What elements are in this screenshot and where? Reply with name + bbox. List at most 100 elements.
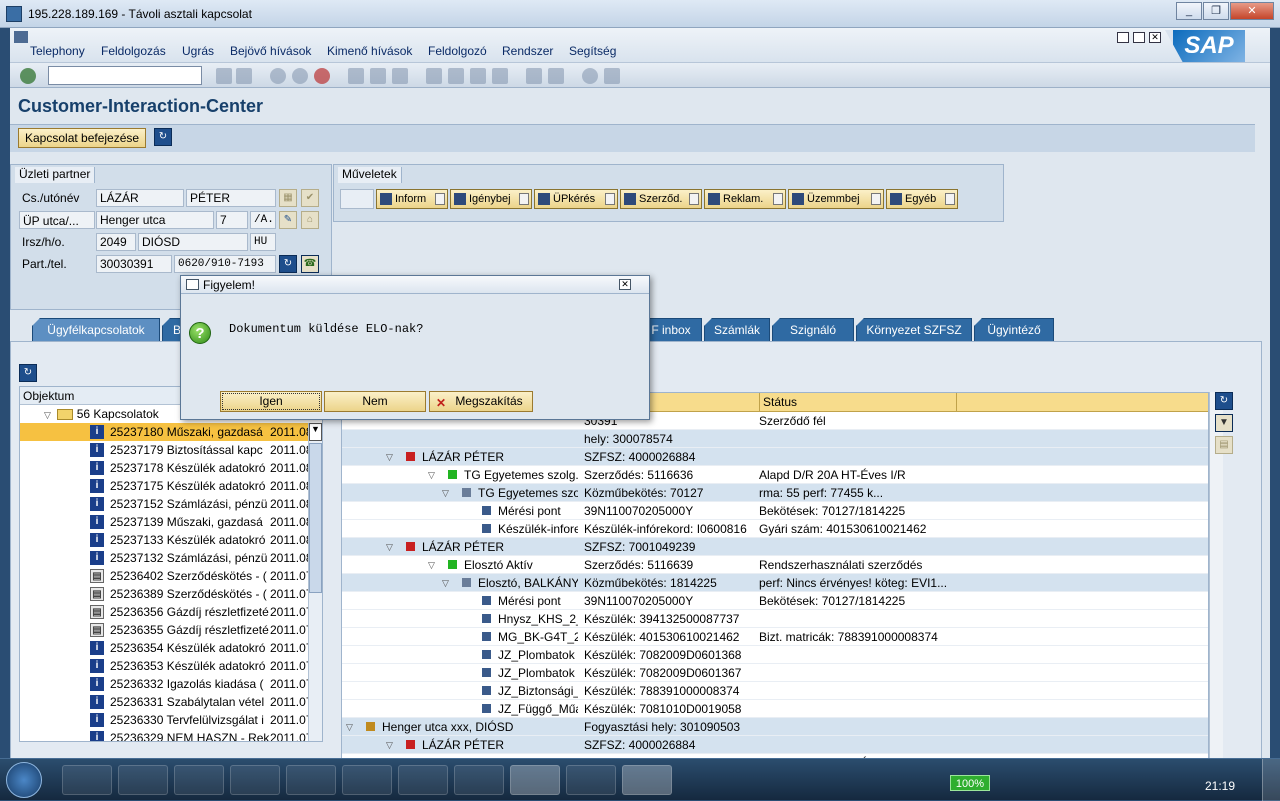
expand-toggle-icon[interactable]: ▽	[442, 574, 451, 588]
object-tree-row[interactable]: ▽ TG Egyetemes szolg., l Közműbekötés: 701…	[342, 484, 1208, 502]
zip-field[interactable]: 2049	[96, 233, 136, 251]
inform-button[interactable]: Inform	[376, 189, 448, 209]
expand-toggle-icon[interactable]	[462, 664, 471, 673]
first-page-icon[interactable]	[426, 68, 442, 84]
first-name-field[interactable]: PÉTER	[186, 189, 276, 207]
taskbar-rdp-icon[interactable]	[622, 765, 672, 795]
menu-feldolgozo[interactable]: Feldolgozó	[428, 44, 487, 58]
object-tree-row[interactable]: MG_BK-G4T_250_ Készülék: 401530610021462 B…	[342, 628, 1208, 646]
contact-row[interactable]: i 25237180 Műszaki, gazdasá 2011.08	[20, 423, 322, 441]
dropdown-icon[interactable]	[605, 193, 615, 205]
object-tree-row[interactable]: JZ_Függő_Műa 2(Készülék: 7081010D0019058	[342, 700, 1208, 718]
tab-ugyfelkapcsolatok[interactable]: Ügyfélkapcsolatok	[32, 318, 160, 342]
last-name-field[interactable]: LÁZÁR	[96, 189, 184, 207]
menu-bejovo-hivasok[interactable]: Bejövő hívások	[230, 44, 311, 58]
menu-telephony[interactable]: Telephony	[30, 44, 85, 58]
dropdown-icon[interactable]	[435, 193, 445, 205]
expand-toggle-icon[interactable]: ▽	[442, 484, 451, 498]
end-contact-button[interactable]: Kapcsolat befejezése	[18, 128, 147, 148]
battery-indicator[interactable]: 100%	[950, 775, 990, 791]
street-field[interactable]: Henger utca	[96, 211, 214, 229]
address-history-icon[interactable]: ⌂	[301, 211, 319, 229]
expand-toggle-icon[interactable]	[462, 502, 471, 511]
exit-icon[interactable]	[292, 68, 308, 84]
refresh-icon[interactable]: ↻	[154, 128, 172, 146]
help-icon[interactable]	[582, 68, 598, 84]
taskbar-chrome-icon[interactable]	[174, 765, 224, 795]
taskbar-onenote-icon[interactable]	[566, 765, 616, 795]
object-tree-row[interactable]: ▽ LÁZÁR PÉTER SZFSZ: 4000026884	[342, 448, 1208, 466]
object-tree-row[interactable]: JZ_Biztonsági_ma Készülék: 78839100000837…	[342, 682, 1208, 700]
detail-icon[interactable]: ▤	[1215, 436, 1233, 454]
expand-toggle-icon[interactable]	[462, 646, 471, 655]
taskbar-app-icon[interactable]	[230, 765, 280, 795]
tab-kornyezet-szfsz[interactable]: Környezet SZFSZ	[856, 318, 972, 342]
contact-row[interactable]: i 25237179 Biztosítással kapc 2011.08	[20, 441, 322, 459]
contact-row[interactable]: i 25236353 Készülék adatokró 2011.07	[20, 657, 322, 675]
clock[interactable]: 21:19	[1205, 779, 1235, 793]
find-next-icon[interactable]	[392, 68, 408, 84]
contact-row[interactable]: i 25236331 Szabálytalan vétel 2011.07	[20, 693, 322, 711]
sap-close-icon[interactable]: ✕	[1149, 32, 1161, 43]
close-button[interactable]: ✕	[1230, 2, 1274, 20]
contact-row[interactable]: ▤ 25236389 Szerződéskötés - (2011.07	[20, 585, 322, 603]
taskbar-ie-icon[interactable]	[398, 765, 448, 795]
uzemmbej-button[interactable]: Üzemmbej	[788, 189, 884, 209]
phone-field[interactable]: 0620/910-7193	[174, 255, 276, 273]
tab-ugyintezo[interactable]: Ügyintéző	[974, 318, 1054, 342]
collapse-icon[interactable]: ▽	[44, 406, 54, 423]
shortcut-icon[interactable]	[548, 68, 564, 84]
expand-toggle-icon[interactable]: ▽	[428, 556, 437, 570]
expand-toggle-icon[interactable]	[462, 700, 471, 709]
contact-row[interactable]: ▤ 25236356 Gázdíj részletfizeté 2011.07	[20, 603, 322, 621]
menu-feldolgozas[interactable]: Feldolgozás	[101, 44, 166, 58]
print-icon[interactable]	[348, 68, 364, 84]
contact-row[interactable]: i 25237178 Készülék adatokró 2011.08	[20, 459, 322, 477]
refresh-tree-icon[interactable]: ↻	[1215, 392, 1233, 410]
tab-szignalo[interactable]: Szignáló	[772, 318, 854, 342]
enter-icon[interactable]	[20, 68, 36, 84]
object-tree-row[interactable]: Mérési pont 39N110070205000Y Bekötések: 70…	[342, 502, 1208, 520]
yes-button[interactable]: Igen	[220, 391, 322, 412]
contact-row[interactable]: i 25237133 Készülék adatokró 2011.08	[20, 531, 322, 549]
expand-toggle-icon[interactable]	[462, 520, 471, 529]
layout-menu-icon[interactable]	[604, 68, 620, 84]
object-tree-row[interactable]: Készülék-inforeko Készülék-infórekord: I0…	[342, 520, 1208, 538]
new-session-icon[interactable]	[526, 68, 542, 84]
call-icon[interactable]: ☎	[301, 255, 319, 273]
restore-button[interactable]: ❐	[1203, 2, 1229, 20]
window-menu-icon[interactable]	[14, 31, 28, 43]
object-tree-row[interactable]: hely: 300078574	[342, 430, 1208, 448]
filter-icon[interactable]: ▼	[1215, 414, 1233, 432]
object-tree-row[interactable]: ▽ Elosztó, BALKÁNY, To Közműbekötés: 18142…	[342, 574, 1208, 592]
dropdown-icon[interactable]	[773, 193, 783, 205]
menu-ugras[interactable]: Ugrás	[182, 44, 214, 58]
expand-toggle-icon[interactable]: ▽	[386, 736, 395, 750]
contact-row[interactable]: i 25237132 Számlázási, pénzü 2011.08	[20, 549, 322, 567]
contact-row[interactable]: i 25236329 NEM HASZN - Rek 2011.07	[20, 729, 322, 741]
igenybej-button[interactable]: Igénybej	[450, 189, 532, 209]
contact-row[interactable]: i 25237175 Készülék adatokró 2011.08	[20, 477, 322, 495]
dialog-close-icon[interactable]: ✕	[619, 279, 631, 290]
back-icon[interactable]	[270, 68, 286, 84]
upkeres-button[interactable]: ÜPkérés	[534, 189, 618, 209]
cancel-button[interactable]: ✕ Megszakítás	[429, 391, 533, 412]
contact-row[interactable]: i 25236354 Készülék adatokró 2011.07	[20, 639, 322, 657]
menu-kimeno-hivasok[interactable]: Kimenő hívások	[327, 44, 412, 58]
command-field[interactable]	[48, 66, 202, 85]
scroll-thumb[interactable]	[309, 443, 322, 593]
contact-row[interactable]: i 25236332 Igazolás kiadása (2011.07	[20, 675, 322, 693]
cancel-icon[interactable]	[314, 68, 330, 84]
contact-row[interactable]: ▤ 25236402 Szerződéskötés - (2011.07	[20, 567, 322, 585]
partner-refresh-icon[interactable]: ↻	[279, 255, 297, 273]
taskbar-word-icon[interactable]	[510, 765, 560, 795]
sap-restore-icon[interactable]	[1133, 32, 1145, 43]
reklam-button[interactable]: Reklam.	[704, 189, 786, 209]
contact-row[interactable]: ▤ 25236355 Gázdíj részletfizeté 2011.07	[20, 621, 322, 639]
object-tree-row[interactable]: ▽ LÁZÁR PÉTER SZFSZ: 7001049239	[342, 538, 1208, 556]
start-button[interactable]	[6, 762, 42, 798]
previous-page-icon[interactable]	[448, 68, 464, 84]
city-field[interactable]: DIÓSD	[138, 233, 248, 251]
no-button[interactable]: Nem	[324, 391, 426, 412]
partner-number-field[interactable]: 30030391	[96, 255, 172, 273]
